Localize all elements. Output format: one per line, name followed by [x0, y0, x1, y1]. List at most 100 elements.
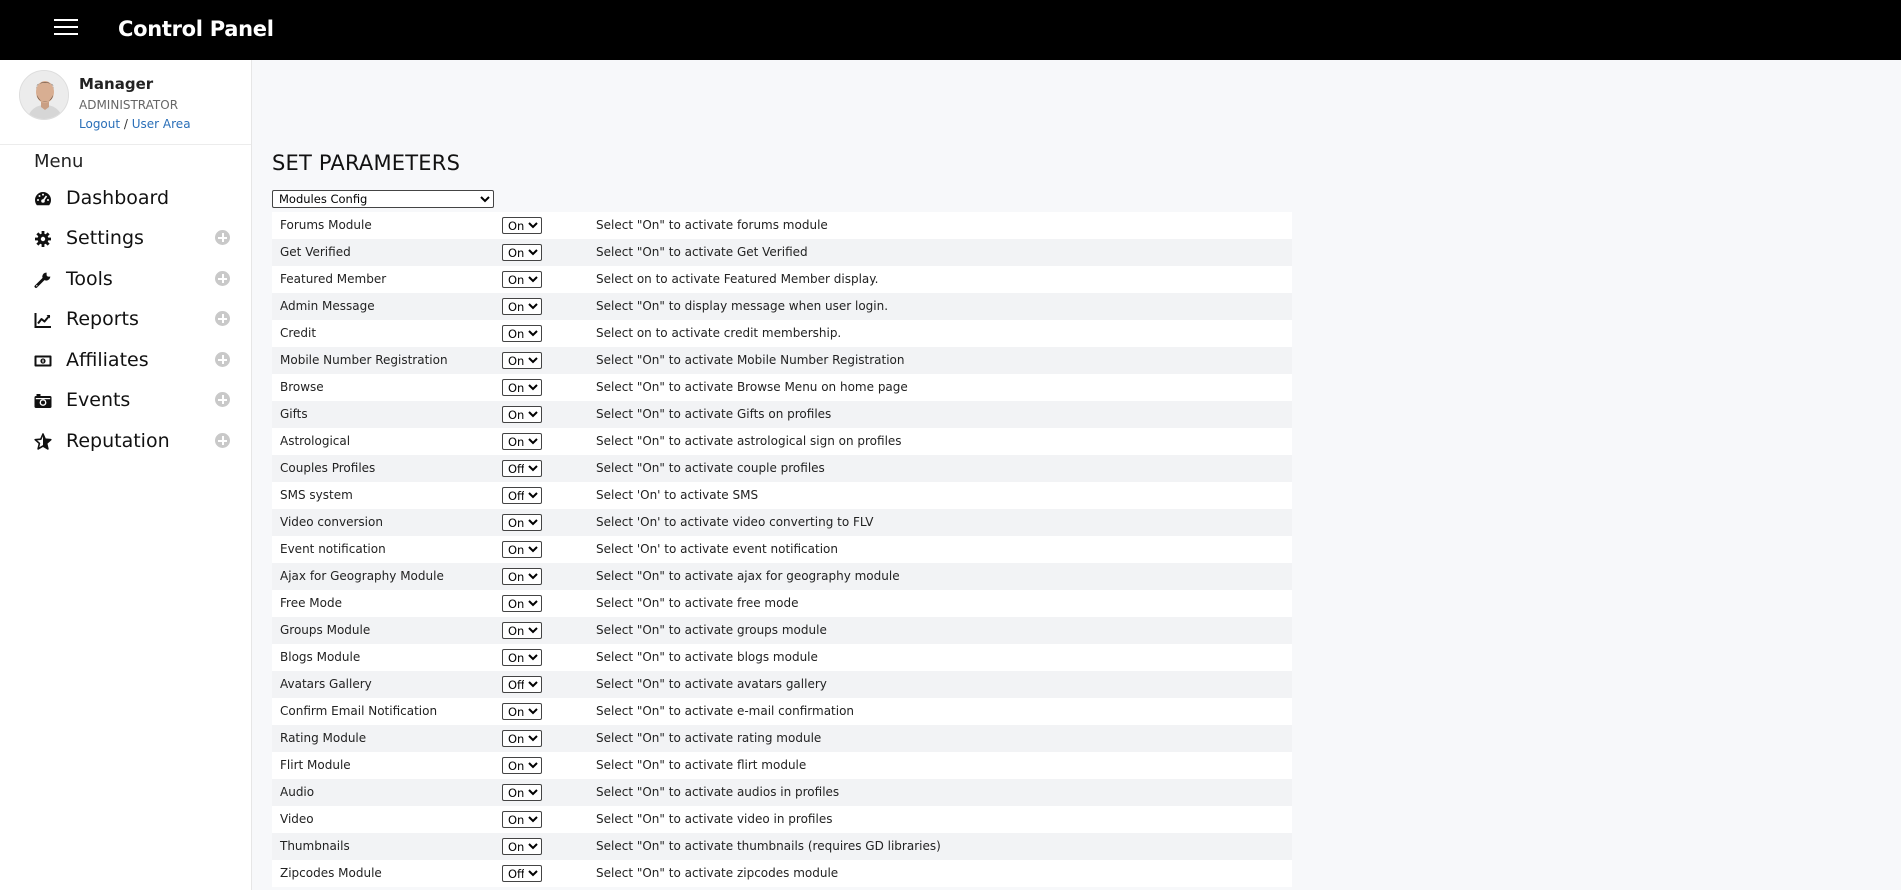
param-toggle-select[interactable]: On — [502, 514, 542, 531]
param-toggle-select[interactable]: On — [502, 406, 542, 423]
param-label: Astrological — [280, 434, 351, 448]
page-title: SET PARAMETERS — [272, 151, 461, 175]
param-row: Groups Module On Select "On" to activate g… — [272, 617, 1292, 644]
param-description: Select "On" to activate video in profile… — [596, 812, 833, 826]
param-toggle-select[interactable]: On — [502, 244, 542, 261]
gear-icon — [34, 230, 52, 248]
param-toggle-select[interactable]: On — [502, 379, 542, 396]
sidebar-item-label: Tools — [66, 268, 113, 290]
expand-plus-icon[interactable] — [215, 433, 230, 448]
param-row: SMS system Off Select 'On' to activate SMS — [272, 482, 1292, 509]
param-description: Select "On" to activate groups module — [596, 623, 827, 637]
param-description: Select 'On' to activate SMS — [596, 488, 759, 502]
profile-role: ADMINISTRATOR — [79, 98, 179, 112]
user-area-link[interactable]: User Area — [132, 117, 191, 131]
param-toggle-select[interactable]: On — [502, 703, 542, 720]
param-toggle-select[interactable]: On — [502, 541, 542, 558]
hamburger-menu-icon[interactable] — [54, 17, 78, 37]
sidebar-item-label: Affiliates — [66, 349, 149, 371]
param-description: Select "On" to activate couple profiles — [596, 461, 825, 475]
sidebar-item-label: Reports — [66, 308, 139, 330]
param-row: Flirt Module On Select "On" to activate fl… — [272, 752, 1292, 779]
param-toggle-select[interactable]: On — [502, 784, 542, 801]
expand-plus-icon[interactable] — [215, 311, 230, 326]
param-description: Select "On" to activate free mode — [596, 596, 799, 610]
param-row: Get Verified On Select "On" to activate Ge… — [272, 239, 1292, 266]
param-label: Gifts — [280, 407, 308, 421]
param-label: Rating Module — [280, 731, 367, 745]
expand-plus-icon[interactable] — [215, 230, 230, 245]
sidebar-item-label: Reputation — [66, 430, 170, 452]
param-label: Event notification — [280, 542, 386, 556]
param-description: Select "On" to activate e-mail confirmat… — [596, 704, 855, 718]
sidebar-item-tools[interactable]: Tools — [32, 265, 247, 295]
param-description: Select "On" to activate zipcodes module — [596, 866, 839, 880]
param-description: Select "On" to activate flirt module — [596, 758, 807, 772]
sidebar-item-reports[interactable]: Reports — [32, 305, 247, 335]
sidebar-item-reputation[interactable]: Reputation — [32, 427, 247, 457]
param-row: Forums Module On Select "On" to activate f… — [272, 212, 1292, 239]
param-label: Credit — [280, 326, 317, 340]
param-toggle-select[interactable]: On — [502, 325, 542, 342]
param-toggle-select[interactable]: On — [502, 433, 542, 450]
top-bar: Control Panel — [0, 0, 1901, 60]
param-toggle-select[interactable]: On — [502, 649, 542, 666]
param-label: Ajax for Geography Module — [280, 569, 444, 583]
param-row: Blogs Module On Select "On" to activate bl… — [272, 644, 1292, 671]
param-description: Select 'On' to activate video converting… — [596, 515, 874, 529]
sidebar-item-label: Events — [66, 389, 131, 411]
profile-card: Manager ADMINISTRATOR Logout / User Area — [0, 60, 251, 145]
param-label: Browse — [280, 380, 324, 394]
param-label: Blogs Module — [280, 650, 361, 664]
param-label: Couples Profiles — [280, 461, 376, 475]
param-label: Featured Member — [280, 272, 387, 286]
param-label: Thumbnails — [280, 839, 350, 853]
param-toggle-select[interactable]: On — [502, 757, 542, 774]
param-toggle-select[interactable]: On — [502, 352, 542, 369]
sidebar: Manager ADMINISTRATOR Logout / User Area… — [0, 60, 252, 890]
sidebar-item-events[interactable]: Events — [32, 386, 247, 416]
param-description: Select "On" to activate astrological sig… — [596, 434, 902, 448]
param-toggle-select[interactable]: Off — [502, 676, 542, 693]
param-toggle-select[interactable]: On — [502, 568, 542, 585]
param-label: Mobile Number Registration — [280, 353, 448, 367]
param-label: SMS system — [280, 488, 353, 502]
param-row: Gifts On Select "On" to activate Gifts on … — [272, 401, 1292, 428]
expand-plus-icon[interactable] — [215, 352, 230, 367]
param-toggle-select[interactable]: Off — [502, 460, 542, 477]
param-toggle-select[interactable]: On — [502, 298, 542, 315]
param-toggle-select[interactable]: Off — [502, 487, 542, 504]
param-row: Credit On Select on to activate credit mem… — [272, 320, 1292, 347]
param-toggle-select[interactable]: On — [502, 595, 542, 612]
param-toggle-select[interactable]: On — [502, 622, 542, 639]
param-description: Select "On" to activate rating module — [596, 731, 822, 745]
param-toggle-select[interactable]: On — [502, 730, 542, 747]
param-row: Avatars Gallery Off Select "On" to activat… — [272, 671, 1292, 698]
param-description: Select "On" to activate avatars gallery — [596, 677, 827, 691]
config-section-select[interactable]: Modules Config — [272, 190, 494, 208]
param-toggle-select[interactable]: On — [502, 838, 542, 855]
expand-plus-icon[interactable] — [215, 271, 230, 286]
dashboard-icon — [34, 190, 52, 208]
param-description: Select "On" to activate Mobile Number Re… — [596, 353, 905, 367]
param-label: Flirt Module — [280, 758, 351, 772]
param-label: Video — [280, 812, 314, 826]
param-label: Zipcodes Module — [280, 866, 382, 880]
sidebar-item-label: Settings — [66, 227, 144, 249]
param-description: Select on to activate credit membership. — [596, 326, 842, 340]
param-toggle-select[interactable]: On — [502, 217, 542, 234]
sidebar-item-dashboard[interactable]: Dashboard — [32, 184, 247, 214]
menu-heading: Menu — [34, 151, 84, 172]
expand-plus-icon[interactable] — [215, 392, 230, 407]
param-toggle-select[interactable]: On — [502, 811, 542, 828]
param-row: Audio On Select "On" to activate audios in… — [272, 779, 1292, 806]
camera-icon — [34, 392, 52, 410]
param-toggle-select[interactable]: Off — [502, 865, 542, 882]
parameters-table: Forums Module On Select "On" to activate f… — [272, 212, 1292, 887]
sidebar-item-affiliates[interactable]: Affiliates — [32, 346, 247, 376]
sidebar-item-settings[interactable]: Settings — [32, 224, 247, 254]
param-toggle-select[interactable]: On — [502, 271, 542, 288]
param-label: Groups Module — [280, 623, 371, 637]
logout-link[interactable]: Logout — [79, 117, 120, 131]
param-description: Select "On" to activate blogs module — [596, 650, 818, 664]
